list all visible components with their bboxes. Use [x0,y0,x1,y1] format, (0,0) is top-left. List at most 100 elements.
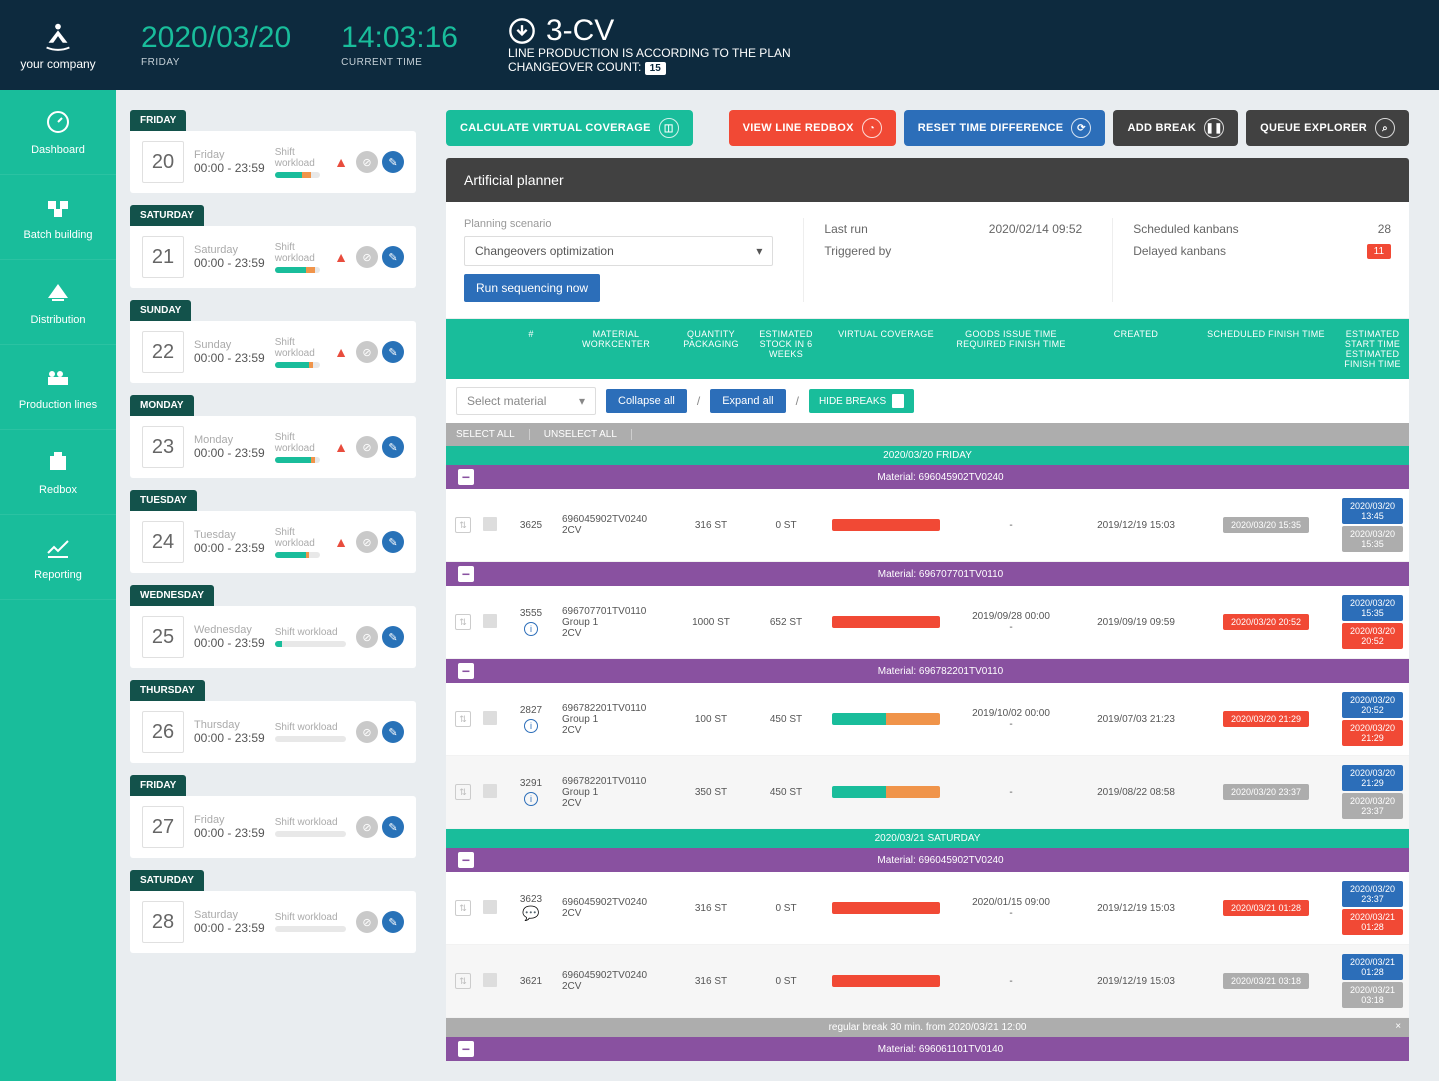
add-break-button[interactable]: ADD BREAK❚❚ [1113,110,1238,146]
day-number: 22 [142,331,184,373]
day-number: 23 [142,426,184,468]
info-icon[interactable]: i [524,622,538,636]
scheduled-tag: 2020/03/20 20:52 [1223,614,1309,630]
workload-bar [275,457,320,463]
nav-batch-building[interactable]: Batch building [0,175,116,260]
expand-all-button[interactable]: Expand all [710,389,785,413]
close-icon[interactable]: × [1395,1021,1401,1032]
hide-breaks-toggle[interactable]: HIDE BREAKS [809,389,914,413]
nav-redbox[interactable]: Redbox [0,430,116,515]
disable-icon[interactable]: ⊘ [356,246,378,268]
finish-tag: 2020/03/20 23:37 [1342,793,1403,819]
row-checkbox[interactable] [483,973,497,987]
queue-explorer-button[interactable]: QUEUE EXPLORER⌕ [1246,110,1409,146]
row-checkbox[interactable] [483,614,497,628]
day-card[interactable]: THURSDAY 26 Thursday00:00 - 23:59 Shift … [130,680,416,763]
table-row: ⇅ 3625 696045902TV02402CV 316 ST 0 ST - … [446,489,1409,562]
info-icon[interactable]: i [524,719,538,733]
disable-icon[interactable]: ⊘ [356,721,378,743]
scheduled-tag: 2020/03/20 23:37 [1223,784,1309,800]
pause-icon: ❚❚ [1204,118,1224,138]
download-icon [508,17,536,45]
row-checkbox[interactable] [483,900,497,914]
batch-icon [44,193,72,221]
day-card[interactable]: MONDAY 23 Monday00:00 - 23:59 Shift work… [130,395,416,478]
day-card[interactable]: SATURDAY 21 Saturday00:00 - 23:59 Shift … [130,205,416,288]
nav-distribution[interactable]: Distribution [0,260,116,345]
disable-icon[interactable]: ⊘ [356,531,378,553]
edit-icon[interactable]: ✎ [382,721,404,743]
material-header-row[interactable]: −Material: 696061101TV0140 [446,1037,1409,1061]
material-header-row[interactable]: −Material: 696707701TV0110 [446,562,1409,586]
comment-icon[interactable]: 💬 [512,905,550,922]
material-header-row[interactable]: −Material: 696045902TV0240 [446,465,1409,489]
disable-icon[interactable]: ⊘ [356,626,378,648]
workload-bar [275,736,346,742]
day-card[interactable]: FRIDAY 20 Friday00:00 - 23:59 Shift work… [130,110,416,193]
day-card[interactable]: SUNDAY 22 Sunday00:00 - 23:59 Shift work… [130,300,416,383]
collapse-all-button[interactable]: Collapse all [606,389,687,413]
start-tag: 2020/03/20 20:52 [1342,692,1403,718]
calculate-coverage-button[interactable]: CALCULATE VIRTUAL COVERAGE◫ [446,110,693,146]
start-tag: 2020/03/20 21:29 [1342,765,1403,791]
nav-production-lines[interactable]: Production lines [0,345,116,430]
delayed-badge: 11 [1367,244,1391,259]
edit-icon[interactable]: ✎ [382,246,404,268]
planner-title: Artificial planner [446,158,1409,202]
row-checkbox[interactable] [483,784,497,798]
material-header-row[interactable]: −Material: 696045902TV0240 [446,848,1409,872]
header-time: 14:03:16 [341,23,458,53]
scheduled-tag: 2020/03/21 01:28 [1223,900,1309,916]
disable-icon[interactable]: ⊘ [356,341,378,363]
disable-icon[interactable]: ⊘ [356,151,378,173]
edit-icon[interactable]: ✎ [382,341,404,363]
table-row: ⇅ 3621 696045902TV02402CV 316 ST 0 ST - … [446,945,1409,1018]
edit-icon[interactable]: ✎ [382,911,404,933]
disable-icon[interactable]: ⊘ [356,911,378,933]
edit-icon[interactable]: ✎ [382,816,404,838]
row-checkbox[interactable] [483,711,497,725]
top-header: 2020/03/20 FRIDAY 14:03:16 CURRENT TIME … [116,0,1439,90]
day-card[interactable]: SATURDAY 28 Saturday00:00 - 23:59 Shift … [130,870,416,953]
edit-icon[interactable]: ✎ [382,531,404,553]
drag-handle[interactable]: ⇅ [455,973,471,989]
header-date: 2020/03/20 [141,23,291,53]
view-redbox-button[interactable]: VIEW LINE REDBOX◔ [729,110,896,146]
nav-reporting[interactable]: Reporting [0,515,116,600]
row-checkbox[interactable] [483,517,497,531]
drag-handle[interactable]: ⇅ [455,614,471,630]
drag-handle[interactable]: ⇅ [455,900,471,916]
edit-icon[interactable]: ✎ [382,436,404,458]
break-row: regular break 30 min. from 2020/03/21 12… [446,1018,1409,1037]
day-card[interactable]: TUESDAY 24 Tuesday00:00 - 23:59 Shift wo… [130,490,416,573]
workload-bar [275,552,320,558]
collapse-icon[interactable]: − [458,566,474,582]
drag-handle[interactable]: ⇅ [455,784,471,800]
warning-icon: ▲ [330,246,352,268]
disable-icon[interactable]: ⊘ [356,816,378,838]
reset-time-button[interactable]: RESET TIME DIFFERENCE⟳ [904,110,1106,146]
disable-icon[interactable]: ⊘ [356,436,378,458]
select-all-button[interactable]: SELECT ALL [456,429,530,440]
day-number: 27 [142,806,184,848]
day-tab: MONDAY [130,395,194,416]
day-tab: TUESDAY [130,490,197,511]
collapse-icon[interactable]: − [458,852,474,868]
edit-icon[interactable]: ✎ [382,151,404,173]
drag-handle[interactable]: ⇅ [455,711,471,727]
material-filter-select[interactable]: Select material▾ [456,387,596,415]
nav-dashboard[interactable]: Dashboard [0,90,116,175]
day-card[interactable]: FRIDAY 27 Friday00:00 - 23:59 Shift work… [130,775,416,858]
collapse-icon[interactable]: − [458,469,474,485]
edit-icon[interactable]: ✎ [382,626,404,648]
day-card[interactable]: WEDNESDAY 25 Wednesday00:00 - 23:59 Shif… [130,585,416,668]
info-icon[interactable]: i [524,792,538,806]
collapse-icon[interactable]: − [458,1041,474,1057]
collapse-icon[interactable]: − [458,663,474,679]
chevron-down-icon: ▾ [756,244,762,258]
run-sequencing-button[interactable]: Run sequencing now [464,274,600,302]
unselect-all-button[interactable]: UNSELECT ALL [544,429,632,440]
material-header-row[interactable]: −Material: 696782201TV0110 [446,659,1409,683]
scenario-select[interactable]: Changeovers optimization▾ [464,236,773,266]
drag-handle[interactable]: ⇅ [455,517,471,533]
